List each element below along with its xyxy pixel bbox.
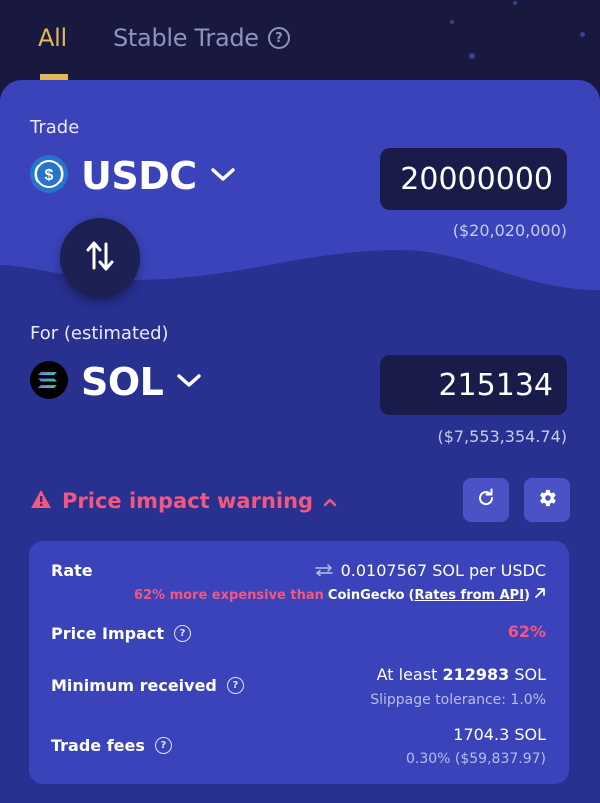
- sol-token-icon: [29, 360, 69, 404]
- price-impact-label-text: Price Impact: [51, 624, 165, 643]
- external-link-icon[interactable]: [534, 587, 546, 603]
- rate-label: Rate: [51, 561, 93, 580]
- rate-value-row[interactable]: 0.0107567 SOL per USDC: [314, 561, 546, 580]
- minimum-received-label: Minimum received ?: [51, 676, 244, 695]
- swap-direction-button[interactable]: [60, 218, 140, 298]
- chevron-down-icon: [177, 373, 202, 392]
- rate-value: 0.0107567 SOL per USDC: [340, 561, 546, 580]
- trade-label: Trade: [30, 117, 80, 138]
- rate-comparison: 62% more expensive than CoinGecko (Rates…: [134, 587, 546, 603]
- price-impact-warning-toggle[interactable]: Price impact warning: [30, 489, 337, 513]
- swap-direction-icon: [314, 561, 333, 580]
- refresh-button[interactable]: [463, 478, 509, 522]
- usdc-token-icon: $: [29, 154, 69, 198]
- minimum-received-prefix: At least: [376, 665, 438, 684]
- tab-all[interactable]: All: [38, 24, 67, 52]
- slippage-tolerance: Slippage tolerance: 1.0%: [370, 692, 546, 708]
- receive-token-name: SOL: [81, 360, 164, 404]
- trade-mode-tabs: All Stable Trade ?: [0, 0, 600, 80]
- help-icon[interactable]: ?: [154, 737, 172, 754]
- price-impact-value: 62%: [507, 622, 546, 641]
- receive-label: For (estimated): [30, 323, 169, 344]
- trade-token-name: USDC: [81, 154, 197, 198]
- trade-fees-value: 1704.3 SOL: [453, 725, 546, 744]
- swap-card: Trade $ USDC 20000000 ($20,020,000) For …: [0, 80, 600, 803]
- receive-usd-value: ($7,553,354.74): [437, 427, 567, 446]
- tab-stable-trade[interactable]: Stable Trade ?: [113, 24, 290, 52]
- gear-icon: [536, 487, 558, 513]
- refresh-icon: [476, 488, 496, 512]
- help-icon[interactable]: ?: [174, 625, 192, 642]
- rates-from-api-link[interactable]: Rates from API: [414, 588, 524, 603]
- receive-amount-field[interactable]: 215134: [380, 355, 567, 415]
- help-icon[interactable]: ?: [226, 677, 244, 694]
- price-impact-warning-text: Price impact warning: [62, 489, 314, 513]
- trade-fees-label-text: Trade fees: [51, 736, 145, 755]
- trade-amount-input[interactable]: 20000000: [380, 148, 567, 210]
- minimum-received-unit: SOL: [514, 665, 546, 684]
- trade-usd-value: ($20,020,000): [452, 221, 567, 240]
- price-impact-label: Price Impact ?: [51, 624, 192, 643]
- rate-comparison-pct: 62% more expensive than: [133, 587, 324, 603]
- minimum-received-label-text: Minimum received: [51, 676, 217, 695]
- trade-fees-sub: 0.30% ($59,837.97): [405, 751, 546, 767]
- minimum-received-value: At least 212983 SOL: [377, 665, 546, 684]
- chevron-up-icon: [323, 492, 337, 511]
- receive-token-selector[interactable]: SOL: [29, 360, 202, 404]
- rate-label-text: Rate: [51, 561, 93, 580]
- chevron-down-icon: [210, 167, 235, 186]
- help-icon[interactable]: ?: [267, 27, 290, 49]
- rate-comparison-source: CoinGecko: [327, 587, 405, 603]
- settings-button[interactable]: [524, 478, 570, 522]
- svg-text:$: $: [45, 167, 54, 184]
- minimum-received-amount: 212983: [442, 665, 510, 684]
- swap-arrows-icon: [85, 239, 115, 277]
- warning-triangle-icon: [30, 489, 52, 513]
- trade-token-selector[interactable]: $ USDC: [29, 154, 235, 198]
- tab-stable-trade-label: Stable Trade: [113, 24, 259, 52]
- trade-details-panel: Rate 0.0107567 SOL per USDC 62% more exp…: [29, 541, 569, 784]
- trade-fees-label: Trade fees ?: [51, 736, 172, 755]
